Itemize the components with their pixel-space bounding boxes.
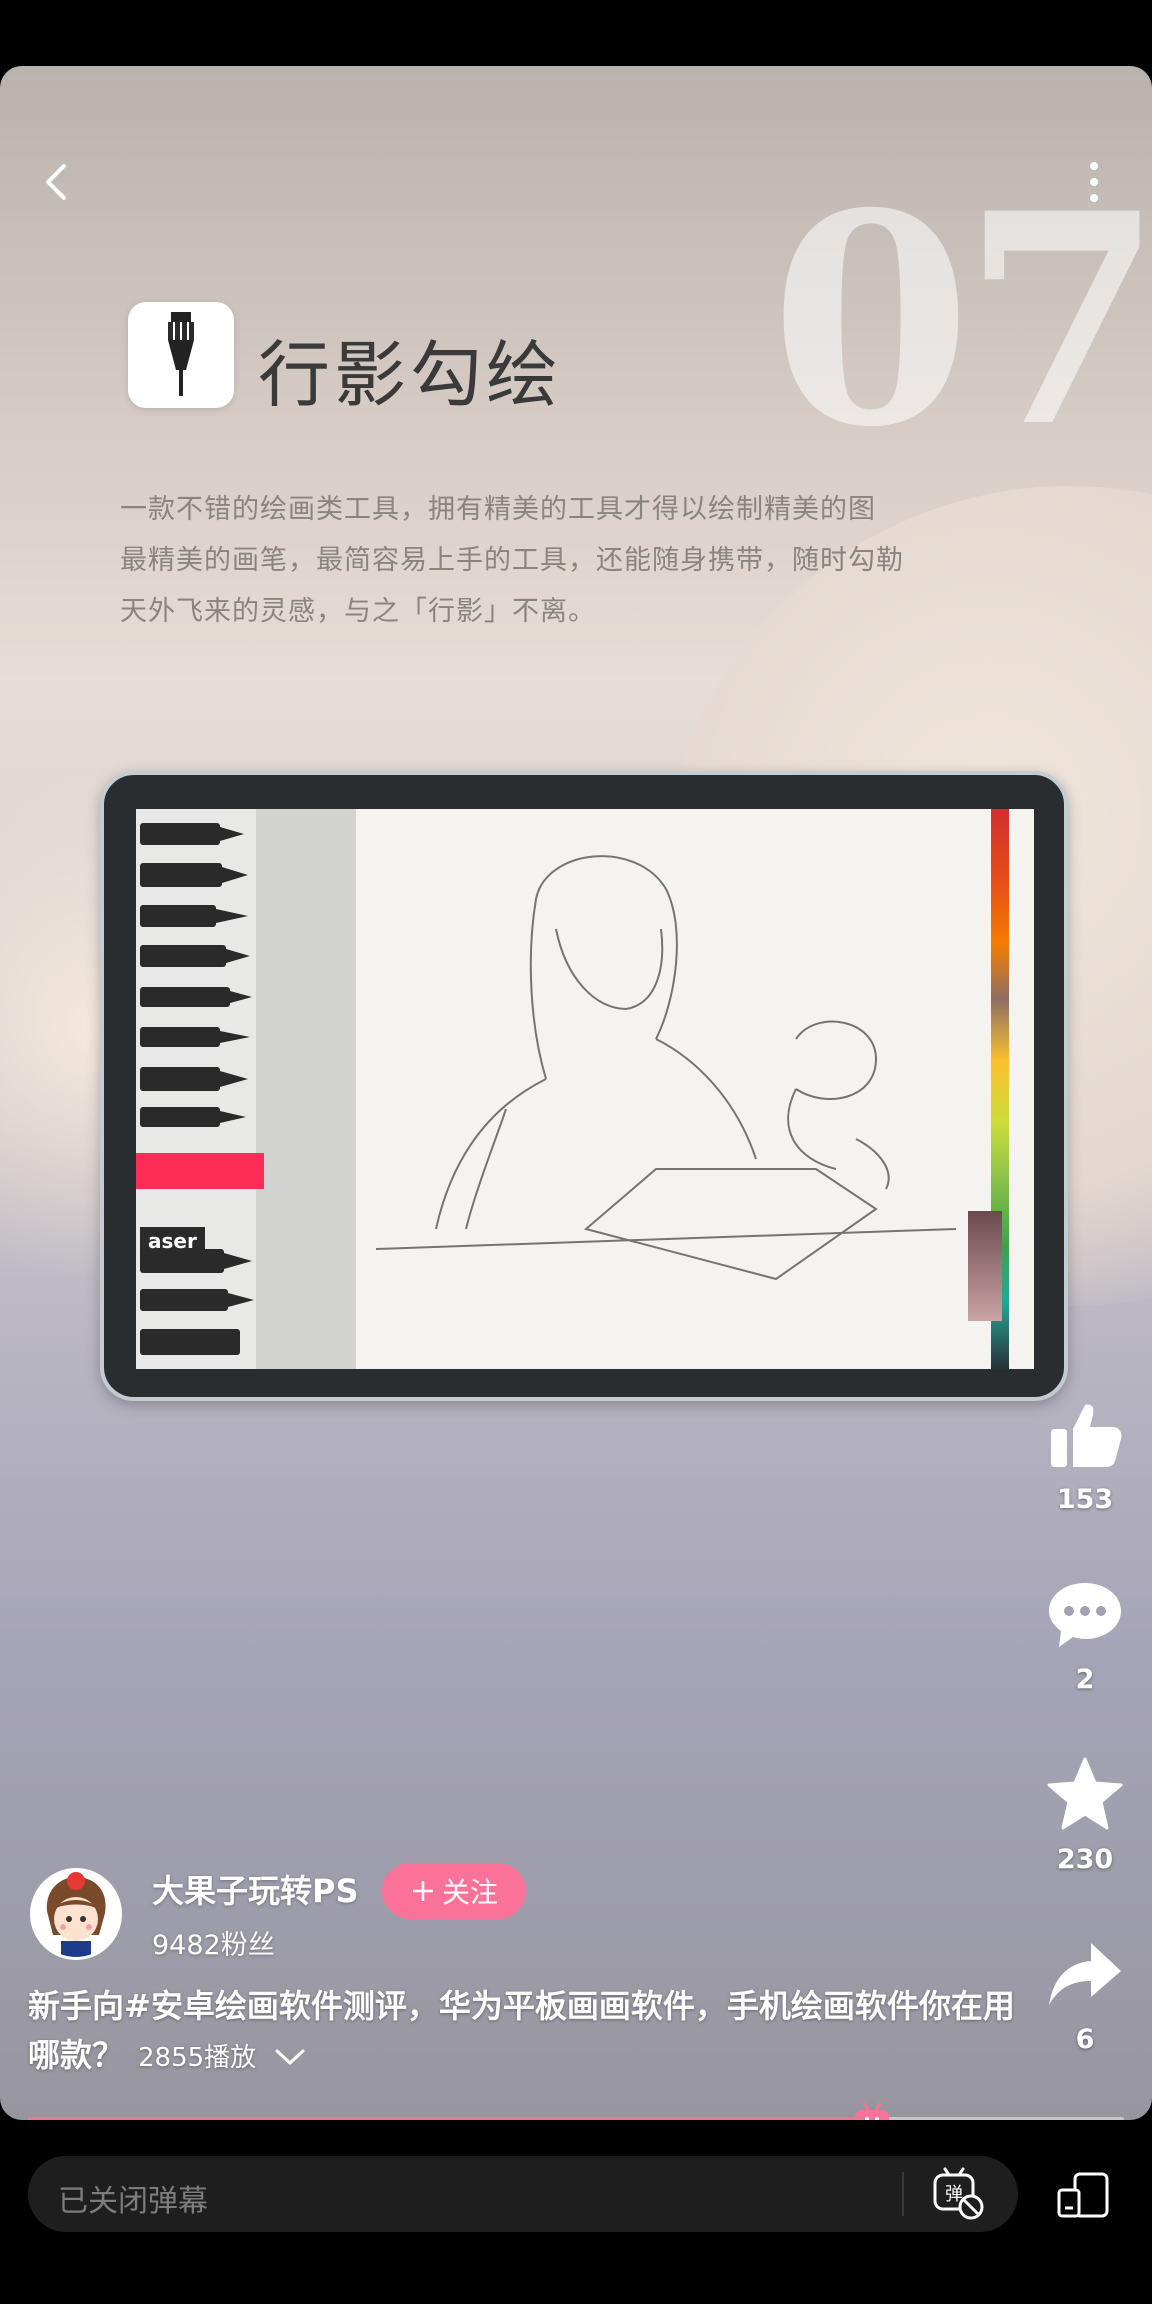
drawing-canvas	[356, 809, 1034, 1369]
more-vertical-icon	[1090, 162, 1098, 202]
back-button[interactable]	[18, 142, 98, 222]
app-description: 一款不错的绘画类工具，拥有精美的工具才得以绘制精美的图 最精美的画笔，最简容易上…	[120, 484, 1020, 637]
danmaku-off-icon: 弹	[933, 2167, 984, 2220]
brush-panel-gutter	[256, 809, 356, 1369]
share-action[interactable]: 6	[1040, 1930, 1130, 2055]
thumbs-up-icon	[1040, 1390, 1130, 1480]
follow-label: 关注	[441, 1876, 498, 1909]
description-line: 天外飞来的灵感，与之「行影」不离。	[120, 596, 596, 627]
eraser-label: aser	[140, 1227, 205, 1255]
danmaku-toggle-button[interactable]: 弹	[926, 2162, 990, 2226]
comment-action[interactable]: 2	[1040, 1570, 1130, 1695]
danmaku-placeholder: 已关闭弹幕	[58, 2184, 208, 2219]
video-player[interactable]: 07 行影勾绘 一款不错的绘画类工具，拥有精美的工具才得以绘制精美的图 最精美的…	[0, 66, 1152, 2120]
divider	[902, 2172, 904, 2216]
fan-count: 9482粉丝	[152, 1930, 275, 1961]
star-icon	[1040, 1750, 1130, 1840]
status-bar	[0, 0, 1152, 66]
follow-button[interactable]: 关注	[382, 1863, 526, 1919]
brush-panel	[136, 809, 256, 1369]
tablet-image: aser	[100, 771, 1068, 1401]
pen-app-icon	[128, 302, 234, 408]
favorite-action[interactable]: 230	[1040, 1750, 1130, 1875]
color-swatch	[968, 1211, 1002, 1321]
screen-mode-icon	[1057, 2172, 1109, 2218]
share-icon	[1040, 1930, 1130, 2020]
selected-brush	[136, 1153, 264, 1189]
comment-count: 2	[1075, 1664, 1095, 1695]
description-line: 一款不错的绘画类工具，拥有精美的工具才得以绘制精美的图	[120, 494, 876, 525]
app-name-heading: 行影勾绘	[258, 333, 563, 417]
tablet-screen: aser	[136, 809, 1034, 1369]
play-count: 2855播放	[138, 2043, 257, 2073]
comment-icon	[1040, 1570, 1130, 1660]
favorite-count: 230	[1056, 1844, 1114, 1875]
video-title[interactable]: 新手向#安卓绘画软件测评，华为平板画画软件，手机绘画软件你在用哪款？ 2855播放	[28, 1982, 1018, 2083]
plus-icon	[412, 1881, 433, 1901]
avatar[interactable]	[30, 1868, 122, 1960]
description-line: 最精美的画笔，最简容易上手的工具，还能随身携带，随时勾勒	[120, 545, 904, 576]
author-name[interactable]: 大果子玩转PS	[152, 1866, 359, 1912]
more-button[interactable]	[1054, 142, 1134, 222]
like-count: 153	[1056, 1484, 1114, 1515]
like-action[interactable]: 153	[1040, 1390, 1130, 1515]
chevron-left-icon	[46, 164, 66, 200]
danmaku-input[interactable]: 已关闭弹幕 弹	[28, 2156, 1018, 2232]
screen-mode-button[interactable]	[1050, 2162, 1116, 2228]
share-count: 6	[1075, 2024, 1095, 2055]
chevron-down-icon[interactable]	[273, 2047, 307, 2067]
